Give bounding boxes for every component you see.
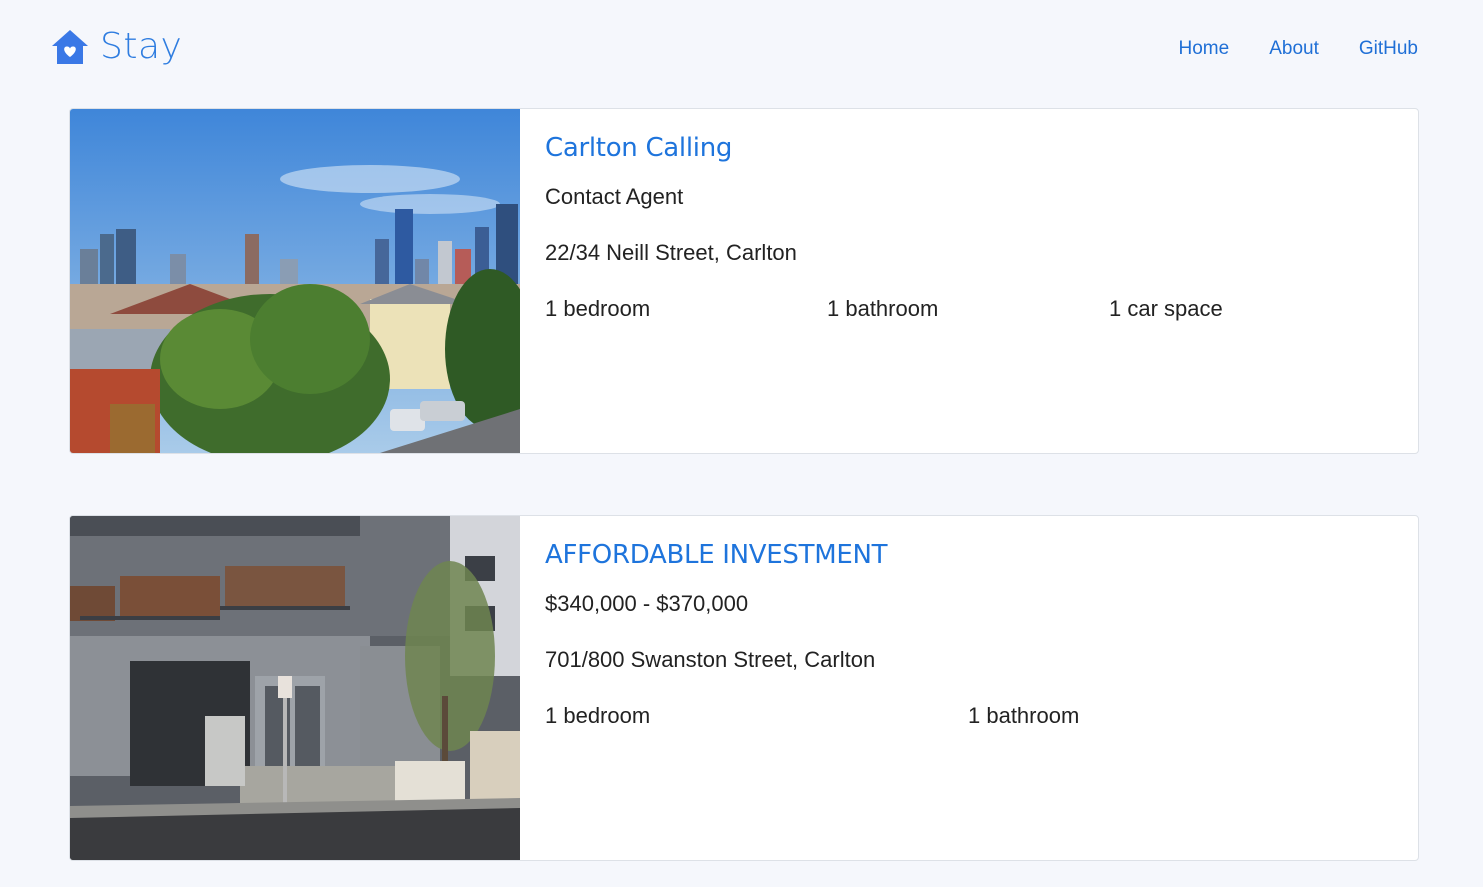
listing-info: Carlton Calling Contact Agent 22/34 Neil… xyxy=(545,109,1418,453)
nav-about-link[interactable]: About xyxy=(1269,38,1319,60)
main-nav: Home About GitHub xyxy=(1179,38,1418,60)
listing-info: AFFORDABLE INVESTMENT $340,000 - $370,00… xyxy=(545,516,1418,860)
bedrooms-count: 1 bedroom xyxy=(545,296,651,321)
listing-card[interactable]: AFFORDABLE INVESTMENT $340,000 - $370,00… xyxy=(69,515,1419,861)
brand-name: Stay xyxy=(100,26,183,67)
listing-price: $340,000 - $370,000 xyxy=(545,591,749,616)
listing-price: Contact Agent xyxy=(545,184,684,209)
site-header: Stay Home About GitHub xyxy=(0,0,1483,96)
bedrooms-count: 1 bedroom xyxy=(545,703,651,728)
car-spaces-count: 1 car space xyxy=(1109,296,1223,321)
listing-card[interactable]: Carlton Calling Contact Agent 22/34 Neil… xyxy=(69,108,1419,454)
brand-logo-link[interactable]: Stay xyxy=(50,26,182,67)
listing-address: 701/800 Swanston Street, Carlton xyxy=(545,647,876,672)
nav-github-link[interactable]: GitHub xyxy=(1359,38,1418,60)
listing-title[interactable]: Carlton Calling xyxy=(545,133,732,163)
listing-photo[interactable] xyxy=(70,109,520,453)
bathrooms-count: 1 bathroom xyxy=(968,703,1080,728)
house-heart-icon xyxy=(50,27,90,67)
listing-photo[interactable] xyxy=(70,516,520,860)
bathrooms-count: 1 bathroom xyxy=(827,296,939,321)
nav-home-link[interactable]: Home xyxy=(1179,38,1230,60)
listing-address: 22/34 Neill Street, Carlton xyxy=(545,240,797,265)
listing-title[interactable]: AFFORDABLE INVESTMENT xyxy=(545,540,888,570)
